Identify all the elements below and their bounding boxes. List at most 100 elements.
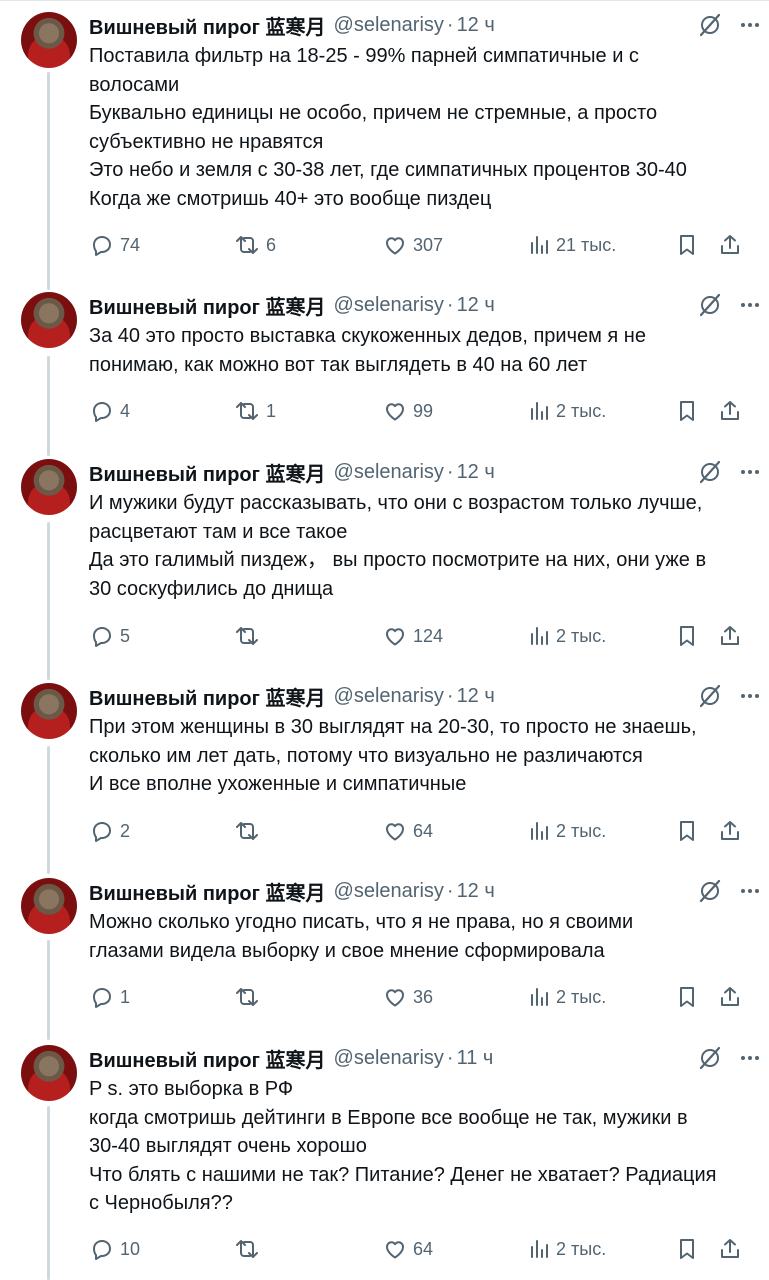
tweet-text: При этом женщины в 30 выглядят на 20-30,… <box>89 713 749 799</box>
grok-icon[interactable] <box>697 878 723 904</box>
thread-line <box>47 940 50 1040</box>
reply-button[interactable]: 1 <box>89 982 130 1012</box>
author-name[interactable]: Вишневый пирог 蓝寒月 <box>89 1044 326 1073</box>
grok-icon[interactable] <box>697 1045 723 1071</box>
views-button[interactable]: 2 тыс. <box>529 1234 606 1264</box>
bookmark-button[interactable] <box>675 816 699 846</box>
text-line: 30 соскуфились до днища <box>89 577 334 600</box>
repost-button[interactable]: 1 <box>233 396 276 426</box>
author-name[interactable]: Вишневый пирог 蓝寒月 <box>89 682 326 711</box>
more-icon[interactable] <box>739 1045 761 1071</box>
reply-button[interactable]: 4 <box>89 396 130 426</box>
like-button[interactable]: 99 <box>382 396 433 426</box>
repost-button[interactable]: 6 <box>233 230 276 260</box>
author-handle[interactable]: @selenarisy <box>334 685 444 708</box>
author-name[interactable]: Вишневый пирог 蓝寒月 <box>89 291 326 320</box>
views-icon <box>529 232 551 258</box>
more-icon[interactable] <box>739 292 761 318</box>
reply-count: 74 <box>120 234 141 255</box>
author-handle[interactable]: @selenarisy <box>334 461 444 484</box>
timestamp[interactable]: 12 ч <box>457 685 495 708</box>
views-button[interactable]: 2 тыс. <box>529 982 606 1012</box>
avatar[interactable] <box>21 683 77 739</box>
author-name[interactable]: Вишневый пирог 蓝寒月 <box>89 11 326 40</box>
share-button[interactable] <box>717 982 743 1012</box>
repost-button[interactable] <box>233 816 266 846</box>
share-icon <box>717 1236 743 1262</box>
share-button[interactable] <box>717 1234 743 1264</box>
grok-icon[interactable] <box>697 292 723 318</box>
repost-button[interactable] <box>233 1234 266 1264</box>
more-icon[interactable] <box>739 459 761 485</box>
like-button[interactable]: 307 <box>382 230 443 260</box>
views-icon <box>529 984 551 1010</box>
text-line: понимаю, как можно вот так выглядеть в 4… <box>89 353 588 376</box>
avatar[interactable] <box>21 12 77 68</box>
text-line: P s. это выборка в РФ <box>89 1078 294 1100</box>
grok-icon[interactable] <box>697 459 723 485</box>
views-button[interactable]: 2 тыс. <box>529 621 606 651</box>
avatar[interactable] <box>21 1045 77 1101</box>
repost-count: 1 <box>266 400 277 421</box>
like-button[interactable]: 36 <box>382 982 433 1012</box>
tweet-text: Можно сколько угодно писать, что я не пр… <box>89 908 749 965</box>
timestamp[interactable]: 11 ч <box>457 1047 494 1070</box>
views-icon <box>529 623 551 649</box>
author-handle[interactable]: @selenarisy <box>334 1047 444 1070</box>
timestamp[interactable]: 12 ч <box>457 294 495 317</box>
reply-count: 4 <box>120 400 131 421</box>
reply-button[interactable]: 2 <box>89 816 130 846</box>
timestamp[interactable]: 12 ч <box>457 461 495 484</box>
reply-count: 1 <box>120 986 131 1007</box>
author-name[interactable]: Вишневый пирог 蓝寒月 <box>89 458 326 487</box>
like-button[interactable]: 124 <box>382 621 443 651</box>
action-bar: 5 124 2 тыс. <box>89 621 745 651</box>
reply-button[interactable]: 74 <box>89 230 140 260</box>
more-icon[interactable] <box>739 12 761 38</box>
action-bar: 4 1 99 2 тыс. <box>89 396 745 426</box>
more-icon[interactable] <box>739 683 761 709</box>
more-icon[interactable] <box>739 878 761 904</box>
share-button[interactable] <box>717 621 743 651</box>
repost-button[interactable] <box>233 621 266 651</box>
avatar[interactable] <box>21 459 77 515</box>
author-handle[interactable]: @selenarisy <box>334 880 444 903</box>
like-count: 124 <box>413 625 444 646</box>
view-count: 2 тыс. <box>556 1238 607 1259</box>
author-name[interactable]: Вишневый пирог 蓝寒月 <box>89 877 326 906</box>
avatar[interactable] <box>21 292 77 348</box>
share-icon <box>717 818 743 844</box>
text-line: волосами <box>89 73 180 96</box>
grok-icon[interactable] <box>697 12 723 38</box>
text-line: 30-40 выглядят очень хорошо <box>89 1135 367 1157</box>
avatar[interactable] <box>21 878 77 934</box>
reply-button[interactable]: 5 <box>89 621 130 651</box>
author-handle[interactable]: @selenarisy <box>334 14 444 37</box>
timestamp[interactable]: 12 ч <box>457 880 495 903</box>
reply-button[interactable]: 10 <box>89 1234 140 1264</box>
timestamp[interactable]: 12 ч <box>457 14 495 37</box>
views-button[interactable]: 2 тыс. <box>529 816 606 846</box>
like-button[interactable]: 64 <box>382 816 433 846</box>
views-button[interactable]: 21 тыс. <box>529 230 616 260</box>
share-button[interactable] <box>717 230 743 260</box>
bookmark-button[interactable] <box>675 230 699 260</box>
text-line: За 40 это просто выставка скукоженных де… <box>89 325 646 347</box>
share-button[interactable] <box>717 396 743 426</box>
bookmark-button[interactable] <box>675 982 699 1012</box>
tweet-text: За 40 это просто выставка скукоженных де… <box>89 322 749 379</box>
grok-icon[interactable] <box>697 683 723 709</box>
bookmark-button[interactable] <box>675 1234 699 1264</box>
bookmark-icon <box>675 623 699 649</box>
text-line: И все вполне ухоженные и симпатичные <box>89 773 467 795</box>
reply-icon <box>89 984 115 1010</box>
author-handle[interactable]: @selenarisy <box>334 294 444 317</box>
views-button[interactable]: 2 тыс. <box>529 396 606 426</box>
share-button[interactable] <box>717 816 743 846</box>
bookmark-button[interactable] <box>675 396 699 426</box>
repost-button[interactable] <box>233 982 266 1012</box>
bookmark-button[interactable] <box>675 621 699 651</box>
like-button[interactable]: 64 <box>382 1234 433 1264</box>
like-icon <box>382 818 408 844</box>
action-bar: 74 6 307 21 тыс. <box>89 230 745 260</box>
